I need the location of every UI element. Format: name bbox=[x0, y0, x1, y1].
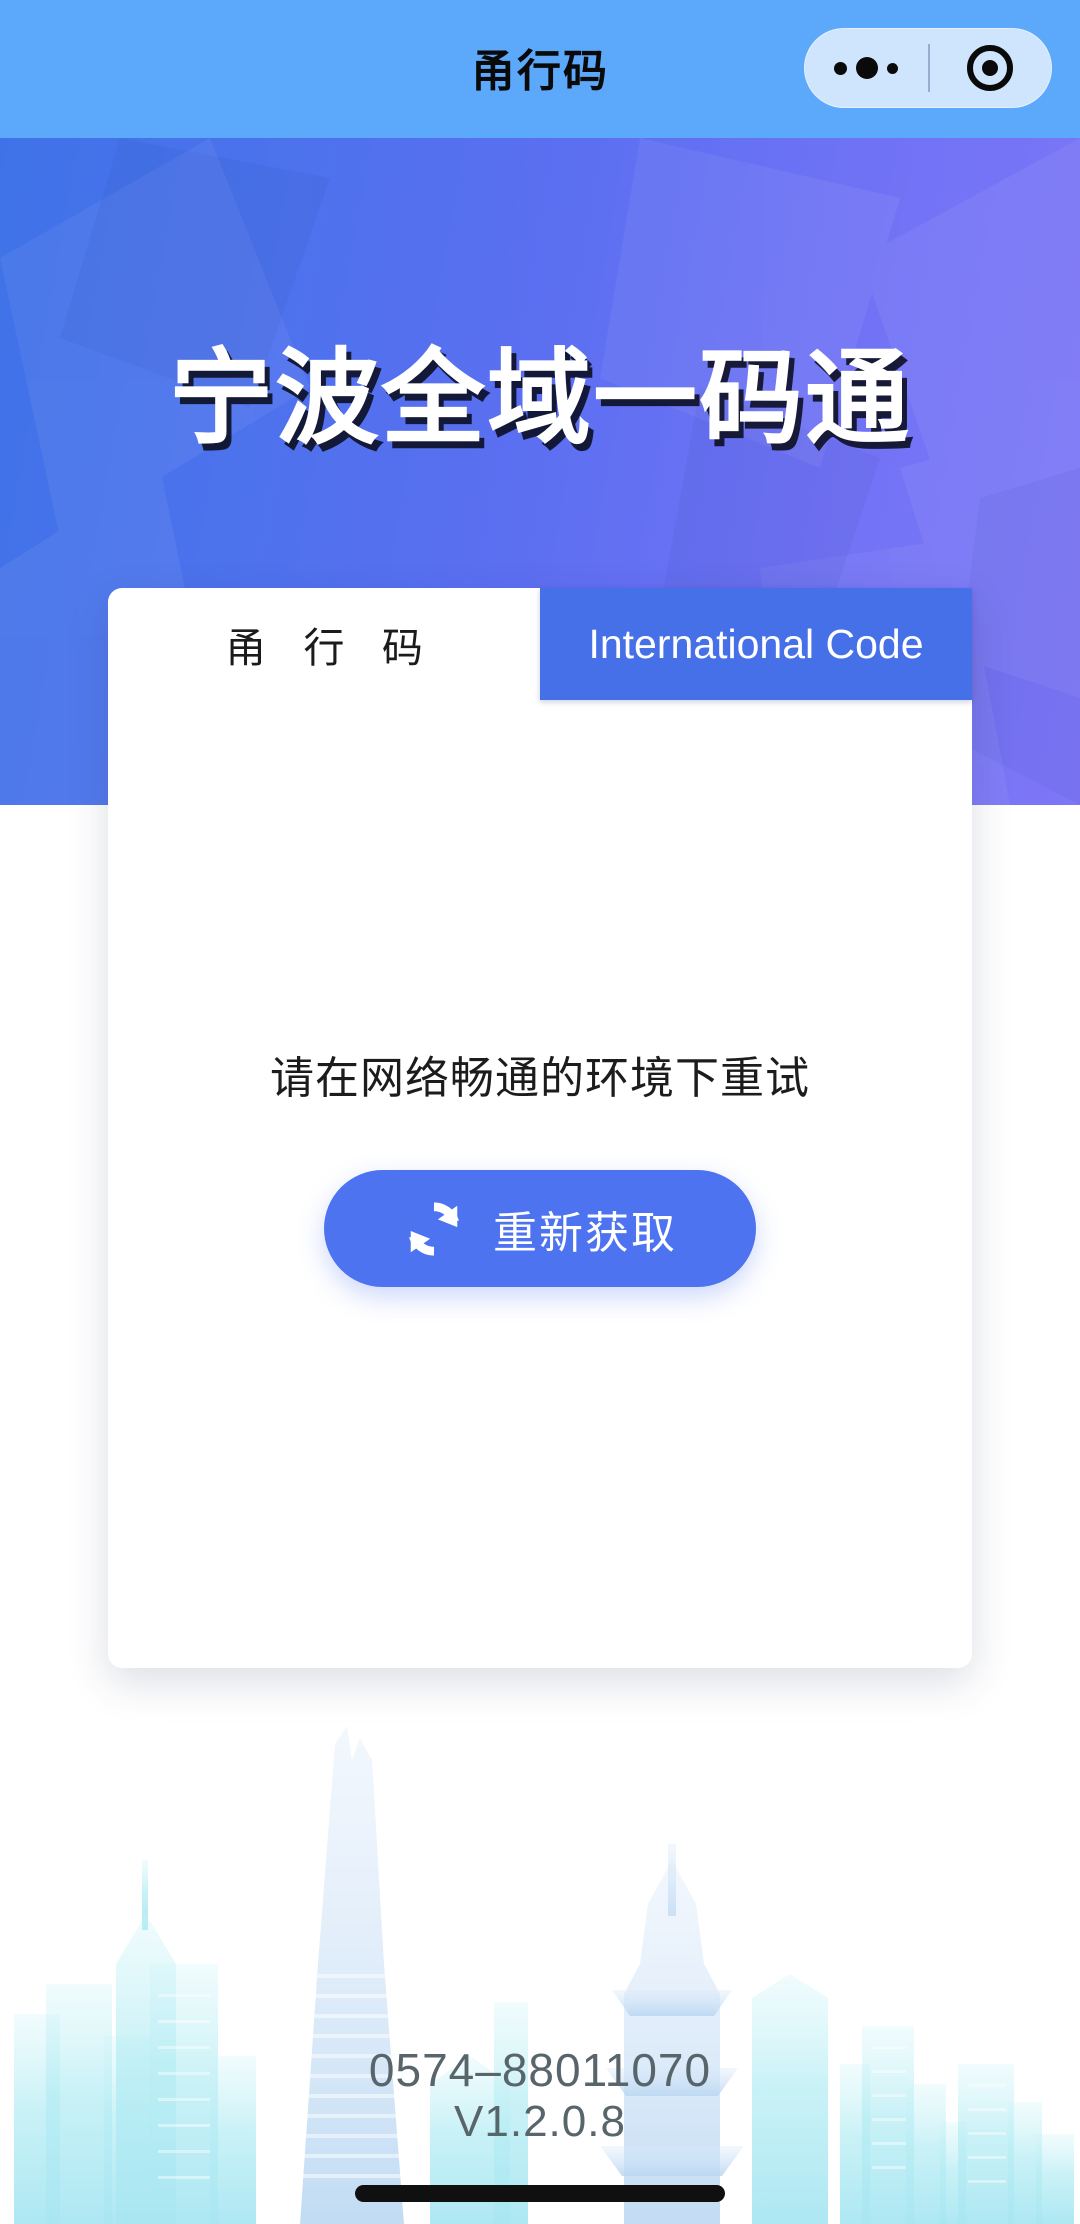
hero-title: 宁波全域一码通 bbox=[168, 340, 911, 457]
app-screen: 宁波全域一码通 甬 行 码 International Code 请在网络畅通的… bbox=[0, 0, 1080, 2224]
more-dots-icon bbox=[834, 57, 898, 79]
card-tabs: 甬 行 码 International Code bbox=[108, 588, 972, 700]
code-card: 甬 行 码 International Code 请在网络畅通的环境下重试 重新… bbox=[108, 588, 972, 1668]
error-message: 请在网络畅通的环境下重试 bbox=[270, 1054, 810, 1103]
retry-button-label: 重新获取 bbox=[493, 1208, 677, 1258]
tab-international-code[interactable]: International Code bbox=[540, 588, 972, 700]
app-version: V1.2.0.8 bbox=[454, 2096, 626, 2146]
card-body: 请在网络畅通的环境下重试 重新获取 bbox=[108, 700, 972, 1668]
footer-info: 0574–88011070 V1.2.0.8 bbox=[0, 2045, 1080, 2146]
retry-button[interactable]: 重新获取 bbox=[324, 1170, 756, 1287]
capsule-menu-button[interactable] bbox=[804, 28, 928, 108]
target-circle-icon bbox=[967, 45, 1013, 91]
home-indicator bbox=[355, 2185, 725, 2202]
support-phone[interactable]: 0574–88011070 bbox=[0, 2045, 1080, 2097]
capsule-close-button[interactable] bbox=[928, 28, 1052, 108]
wechat-capsule bbox=[804, 28, 1052, 108]
navigation-bar: 甬行码 bbox=[0, 0, 1080, 138]
tab-yongxingma[interactable]: 甬 行 码 bbox=[108, 588, 540, 700]
sync-refresh-icon bbox=[403, 1198, 465, 1260]
